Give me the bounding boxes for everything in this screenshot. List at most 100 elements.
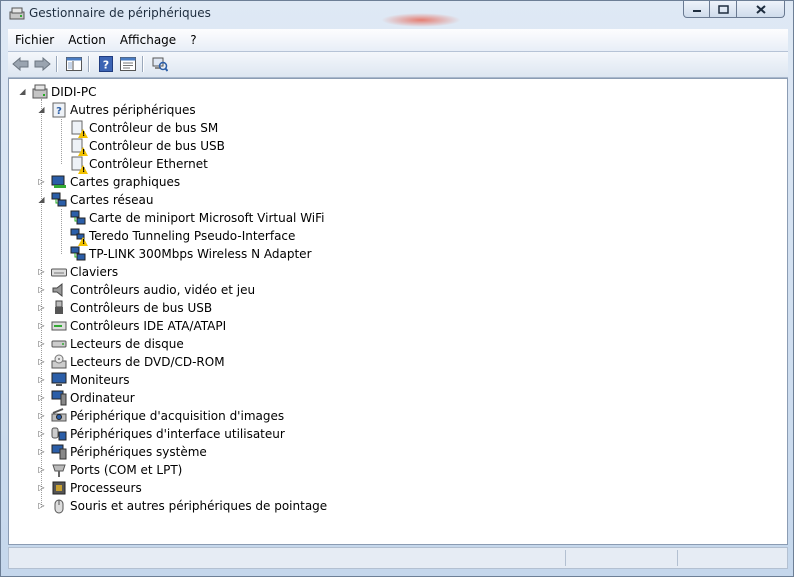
category-controleurs-usb[interactable]: Contrôleurs de bus USB <box>51 299 212 317</box>
expand-toggle[interactable]: ▷ <box>37 447 46 456</box>
title-bar[interactable]: Gestionnaire de périphériques <box>1 1 793 27</box>
scan-hardware-icon <box>152 57 168 72</box>
forward-icon <box>34 57 51 71</box>
properties-icon <box>120 57 136 71</box>
mouse-icon <box>54 499 64 514</box>
category-cartes-reseau[interactable]: Cartes réseau <box>51 191 153 209</box>
category-ports[interactable]: Ports (COM et LPT) <box>51 461 182 479</box>
help-icon: ? <box>99 56 113 72</box>
unknown-device-icon: ? <box>52 102 66 118</box>
imaging-device-icon <box>51 408 67 422</box>
scan-hardware-button[interactable] <box>150 55 170 73</box>
device-node[interactable]: Carte de miniport Microsoft Virtual WiFi <box>70 209 325 227</box>
category-interface-utilisateur[interactable]: Périphériques d'interface utilisateur <box>51 425 285 443</box>
status-separator <box>565 550 566 566</box>
computer-icon <box>32 84 48 99</box>
tree-line <box>61 119 62 164</box>
warning-device-icon <box>70 156 88 174</box>
toolbar-separator <box>88 56 90 72</box>
device-node[interactable]: Teredo Tunneling Pseudo-Interface <box>70 227 295 246</box>
expand-toggle[interactable]: ▷ <box>37 267 46 276</box>
keyboard-icon <box>51 268 67 277</box>
expand-toggle[interactable]: ▷ <box>37 375 46 384</box>
status-separator <box>677 550 678 566</box>
toolbar-separator <box>142 56 144 72</box>
category-ordinateur[interactable]: Ordinateur <box>51 389 135 407</box>
category-souris[interactable]: Souris et autres périphériques de pointa… <box>51 497 327 515</box>
show-hide-console-tree-icon <box>66 57 82 71</box>
maximize-icon <box>717 4 729 14</box>
menu-help[interactable]: ? <box>183 30 203 50</box>
category-controleurs-audio[interactable]: Contrôleurs audio, vidéo et jeu <box>51 281 255 299</box>
svg-text:?: ? <box>103 59 109 72</box>
monitor-icon <box>51 372 67 386</box>
menu-fichier[interactable]: Fichier <box>8 30 61 50</box>
expand-toggle[interactable]: ▷ <box>37 321 46 330</box>
expand-toggle[interactable]: ▷ <box>37 177 46 186</box>
system-device-icon <box>51 444 67 460</box>
ide-controller-icon <box>51 321 67 331</box>
network-adapter-icon <box>51 192 67 207</box>
toolbar-separator <box>56 56 58 72</box>
device-node[interactable]: Contrôleur de bus USB <box>70 137 225 156</box>
collapse-toggle-root[interactable]: ◢ <box>18 87 27 96</box>
speaker-icon <box>52 282 63 298</box>
expand-toggle[interactable]: ▷ <box>37 411 46 420</box>
category-processeurs[interactable]: Processeurs <box>51 479 142 497</box>
expand-toggle[interactable]: ▷ <box>37 501 46 510</box>
device-node[interactable]: Contrôleur Ethernet <box>70 155 208 174</box>
expand-toggle[interactable]: ▷ <box>37 339 46 348</box>
computer-icon <box>51 390 67 406</box>
expand-toggle[interactable]: ▷ <box>37 483 46 492</box>
device-node[interactable]: TP-LINK 300Mbps Wireless N Adapter <box>70 245 312 263</box>
close-icon <box>755 4 766 14</box>
category-peripheriques-systeme[interactable]: Périphériques système <box>51 443 207 461</box>
network-adapter-icon <box>70 210 86 225</box>
tree-line <box>61 209 62 254</box>
window-controls <box>683 1 785 19</box>
category-moniteurs[interactable]: Moniteurs <box>51 371 130 389</box>
toolbar: ? <box>8 52 788 78</box>
svg-text:?: ? <box>56 106 62 117</box>
device-node[interactable]: Contrôleur de bus SM <box>70 119 218 138</box>
console-tree-button[interactable] <box>64 55 84 73</box>
processor-icon <box>52 481 66 495</box>
help-button[interactable]: ? <box>96 55 116 73</box>
expand-toggle[interactable]: ▷ <box>37 429 46 438</box>
expand-toggle[interactable]: ▷ <box>37 357 46 366</box>
device-tree[interactable]: ◢ DIDI-PC ◢ ? Autres périphériques Contr… <box>8 78 788 545</box>
minimize-icon <box>692 10 701 12</box>
category-claviers[interactable]: Claviers <box>51 263 118 281</box>
category-lecteurs-dvd[interactable]: Lecteurs de DVD/CD-ROM <box>51 353 225 371</box>
forward-button[interactable] <box>32 55 52 73</box>
warning-device-icon <box>70 120 88 138</box>
expand-toggle[interactable]: ▷ <box>37 285 46 294</box>
display-adapter-icon <box>51 175 66 188</box>
expand-toggle[interactable]: ▷ <box>37 465 46 474</box>
properties-button[interactable] <box>118 55 138 73</box>
title-bar-glow <box>381 13 461 27</box>
menu-action[interactable]: Action <box>61 30 113 50</box>
back-button[interactable] <box>11 55 31 73</box>
menu-bar: Fichier Action Affichage ? <box>8 29 788 52</box>
tree-root-label: DIDI-PC <box>51 85 97 99</box>
warning-device-icon <box>70 138 88 156</box>
collapse-toggle[interactable]: ◢ <box>37 195 46 204</box>
category-autres-peripheriques[interactable]: ? Autres périphériques <box>51 101 196 119</box>
tree-root-node[interactable]: DIDI-PC <box>32 83 97 101</box>
category-cartes-graphiques[interactable]: Cartes graphiques <box>51 173 180 191</box>
maximize-button[interactable] <box>710 1 737 18</box>
minimize-button[interactable] <box>683 1 710 18</box>
menu-affichage[interactable]: Affichage <box>113 30 183 50</box>
category-acquisition-images[interactable]: Périphérique d'acquisition d'images <box>51 407 284 425</box>
disk-drive-icon <box>51 340 67 348</box>
collapse-toggle[interactable]: ◢ <box>37 105 46 114</box>
category-controleurs-ide[interactable]: Contrôleurs IDE ATA/ATAPI <box>51 317 226 335</box>
expand-toggle[interactable]: ▷ <box>37 303 46 312</box>
device-manager-window: Gestionnaire de périphériques Fichier Ac… <box>0 0 794 577</box>
category-lecteurs-disque[interactable]: Lecteurs de disque <box>51 335 184 353</box>
close-button[interactable] <box>737 1 785 18</box>
network-adapter-icon <box>70 246 86 261</box>
expand-toggle[interactable]: ▷ <box>37 393 46 402</box>
hid-icon <box>51 427 67 441</box>
